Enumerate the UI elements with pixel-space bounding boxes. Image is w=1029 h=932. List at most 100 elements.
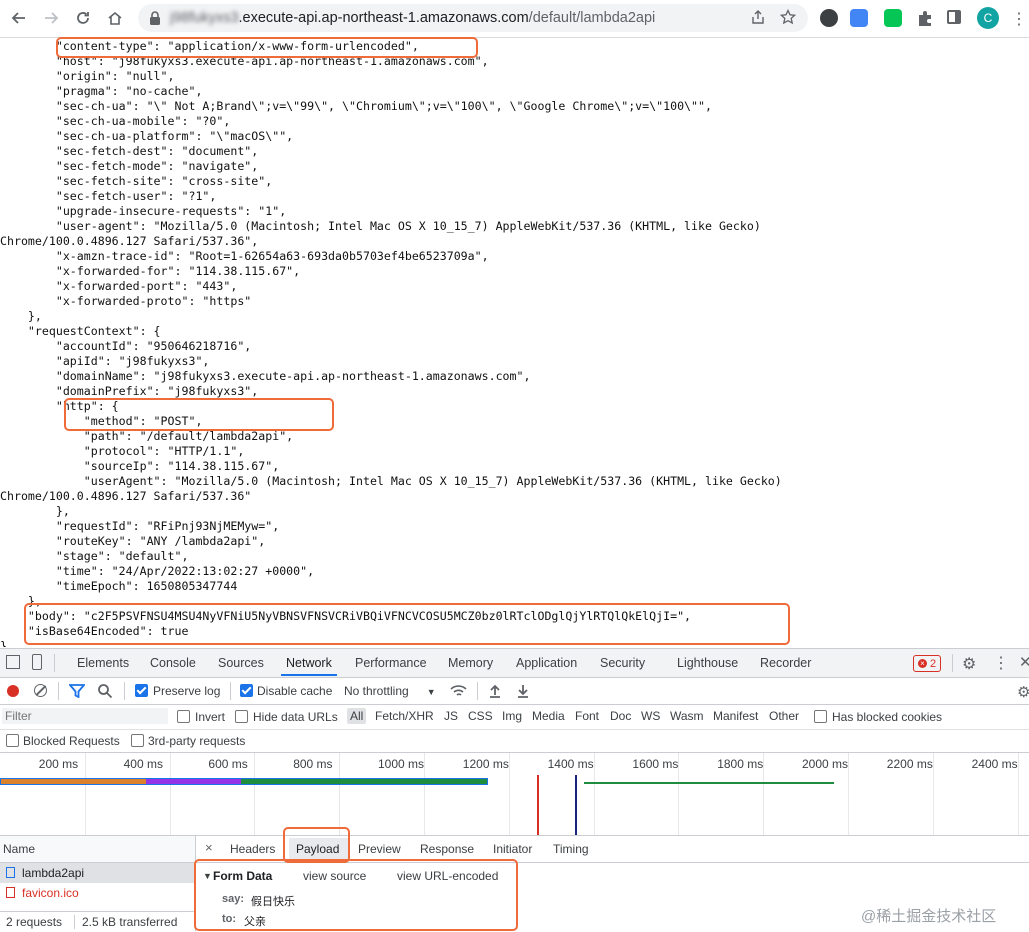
- throttling-value: No throttling: [344, 684, 409, 698]
- blocked-cookies-checkbox[interactable]: [814, 710, 827, 723]
- close-detail-icon[interactable]: ×: [205, 840, 213, 855]
- third-party-checkbox[interactable]: [131, 734, 144, 747]
- json-line: "sourceIp": "114.38.115.67",: [0, 459, 280, 473]
- preserve-log-checkbox[interactable]: [135, 684, 148, 697]
- close-devtools-icon[interactable]: ✕: [1019, 653, 1029, 671]
- device-toolbar-icon[interactable]: [32, 654, 42, 670]
- timeline-tick-label: 600 ms: [208, 757, 248, 771]
- request-name: lambda2api: [22, 866, 85, 880]
- json-line: "x-forwarded-for": "114.38.115.67",: [0, 264, 301, 278]
- timeline-tick-label: 1800 ms: [717, 757, 764, 771]
- disable-cache-checkbox[interactable]: [240, 684, 253, 697]
- filter-input[interactable]: [2, 708, 168, 724]
- url-text[interactable]: j98fukyxs3.execute-api.ap-northeast-1.am…: [170, 10, 655, 26]
- network-settings-icon[interactable]: ⚙: [1017, 683, 1029, 701]
- devtools-tab-performance[interactable]: Performance: [355, 656, 427, 670]
- timeline-gridline: [678, 753, 680, 835]
- json-line: "x-amzn-trace-id": "Root=1-62654a63-693d…: [0, 249, 489, 263]
- error-icon: ×: [918, 659, 927, 668]
- type-filter-other[interactable]: Other: [769, 709, 799, 723]
- filter-funnel-icon[interactable]: [68, 684, 86, 701]
- clear-icon[interactable]: [34, 684, 47, 697]
- name-header-label: Name: [3, 842, 36, 856]
- lock-icon[interactable]: [148, 10, 162, 26]
- load-event-marker: [537, 775, 539, 835]
- watermark-text: @稀土掘金技术社区: [861, 908, 997, 925]
- json-line: "origin": "null",: [0, 69, 175, 83]
- preserve-log-label: Preserve log: [153, 684, 221, 698]
- name-column-header[interactable]: Name: [0, 836, 195, 863]
- detail-tab-preview[interactable]: Preview: [358, 842, 401, 856]
- record-icon[interactable]: [7, 685, 19, 697]
- profile-avatar[interactable]: C: [977, 7, 999, 29]
- json-line: }: [0, 639, 7, 647]
- export-har-icon[interactable]: [516, 683, 530, 702]
- type-filter-img[interactable]: Img: [502, 709, 522, 723]
- type-filter-manifest[interactable]: Manifest: [713, 709, 758, 723]
- blocked-requests-label: Blocked Requests: [23, 734, 120, 748]
- home-icon[interactable]: [104, 7, 126, 29]
- highlight-content-type: [56, 37, 478, 58]
- devtools-tab-elements[interactable]: Elements: [77, 656, 129, 670]
- type-filter-css[interactable]: CSS: [468, 709, 493, 723]
- forward-arrow-icon[interactable]: [40, 7, 62, 29]
- detail-tab-timing[interactable]: Timing: [553, 842, 589, 856]
- type-filter-wasm[interactable]: Wasm: [670, 709, 704, 723]
- timeline-gridline: [848, 753, 849, 835]
- request-row-lambda2api[interactable]: lambda2api: [0, 863, 195, 883]
- devtools-tab-memory[interactable]: Memory: [448, 656, 493, 670]
- bookmark-star-icon[interactable]: [779, 8, 797, 28]
- detail-tab-response[interactable]: Response: [420, 842, 474, 856]
- network-toolbar: Preserve log Disable cache No throttling…: [0, 678, 1029, 705]
- hide-data-urls-checkbox[interactable]: [235, 710, 248, 723]
- error-count-badge[interactable]: × 2: [913, 655, 942, 672]
- request-count: 2 requests: [6, 915, 63, 929]
- settings-gear-icon[interactable]: ⚙: [962, 654, 976, 674]
- side-panel-icon[interactable]: [947, 10, 961, 24]
- json-line: "sec-ch-ua-platform": "\"macOS\"",: [0, 129, 294, 143]
- disable-cache-label: Disable cache: [257, 684, 333, 698]
- waterfall-bar-favicon: [584, 782, 834, 784]
- type-filter-js[interactable]: JS: [444, 709, 458, 723]
- request-row-favicon[interactable]: favicon.ico: [0, 883, 195, 903]
- puzzle-extensions-icon[interactable]: [916, 9, 934, 30]
- search-icon[interactable]: [97, 683, 113, 702]
- devtools-tab-application[interactable]: Application: [516, 656, 577, 670]
- type-filter-fetch-xhr[interactable]: Fetch/XHR: [375, 709, 434, 723]
- type-filter-ws[interactable]: WS: [641, 709, 660, 723]
- translate-extension-icon[interactable]: [850, 9, 868, 27]
- devtools-tab-recorder[interactable]: Recorder: [760, 656, 811, 670]
- type-filter-font[interactable]: Font: [575, 709, 599, 723]
- json-line: Chrome/100.0.4896.127 Safari/537.36",: [0, 234, 259, 248]
- throttling-select[interactable]: No throttling ▼: [344, 684, 436, 698]
- devtools-tab-security[interactable]: Security: [600, 656, 645, 670]
- invert-checkbox[interactable]: [177, 710, 190, 723]
- menu-dots-icon[interactable]: ⋮: [1011, 9, 1027, 29]
- address-bar[interactable]: j98fukyxs3.execute-api.ap-northeast-1.am…: [138, 4, 808, 32]
- network-timeline[interactable]: 200 ms 400 ms 600 ms 800 ms 1000 ms 1200 ms 14…: [0, 753, 1029, 836]
- line-extension-icon[interactable]: [884, 9, 902, 27]
- highlight-body: [24, 603, 790, 645]
- detail-tab-payload[interactable]: Payload: [296, 842, 339, 856]
- import-har-icon[interactable]: [488, 683, 502, 702]
- detail-tab-initiator[interactable]: Initiator: [493, 842, 532, 856]
- devtools-tab-console[interactable]: Console: [150, 656, 196, 670]
- reload-icon[interactable]: [72, 7, 94, 29]
- type-filter-media[interactable]: Media: [532, 709, 565, 723]
- extension-icon-1[interactable]: [820, 9, 838, 27]
- devtools-tab-sources[interactable]: Sources: [218, 656, 264, 670]
- type-filter-all[interactable]: All: [347, 708, 367, 724]
- browser-toolbar: j98fukyxs3.execute-api.ap-northeast-1.am…: [0, 0, 1029, 38]
- back-arrow-icon[interactable]: [8, 7, 30, 29]
- type-filter-doc[interactable]: Doc: [610, 709, 631, 723]
- share-icon[interactable]: [750, 9, 766, 28]
- devtools-tab-lighthouse[interactable]: Lighthouse: [677, 656, 738, 670]
- network-conditions-icon[interactable]: [450, 683, 468, 702]
- detail-tab-headers[interactable]: Headers: [230, 842, 275, 856]
- devtools-tab-network[interactable]: Network: [286, 656, 332, 670]
- inspect-element-icon[interactable]: [6, 655, 20, 669]
- timeline-gridline: [84, 753, 86, 835]
- json-line: "time": "24/Apr/2022:13:02:27 +0000",: [0, 564, 315, 578]
- blocked-requests-checkbox[interactable]: [6, 734, 19, 747]
- devtools-menu-icon[interactable]: ⋮: [993, 653, 1009, 673]
